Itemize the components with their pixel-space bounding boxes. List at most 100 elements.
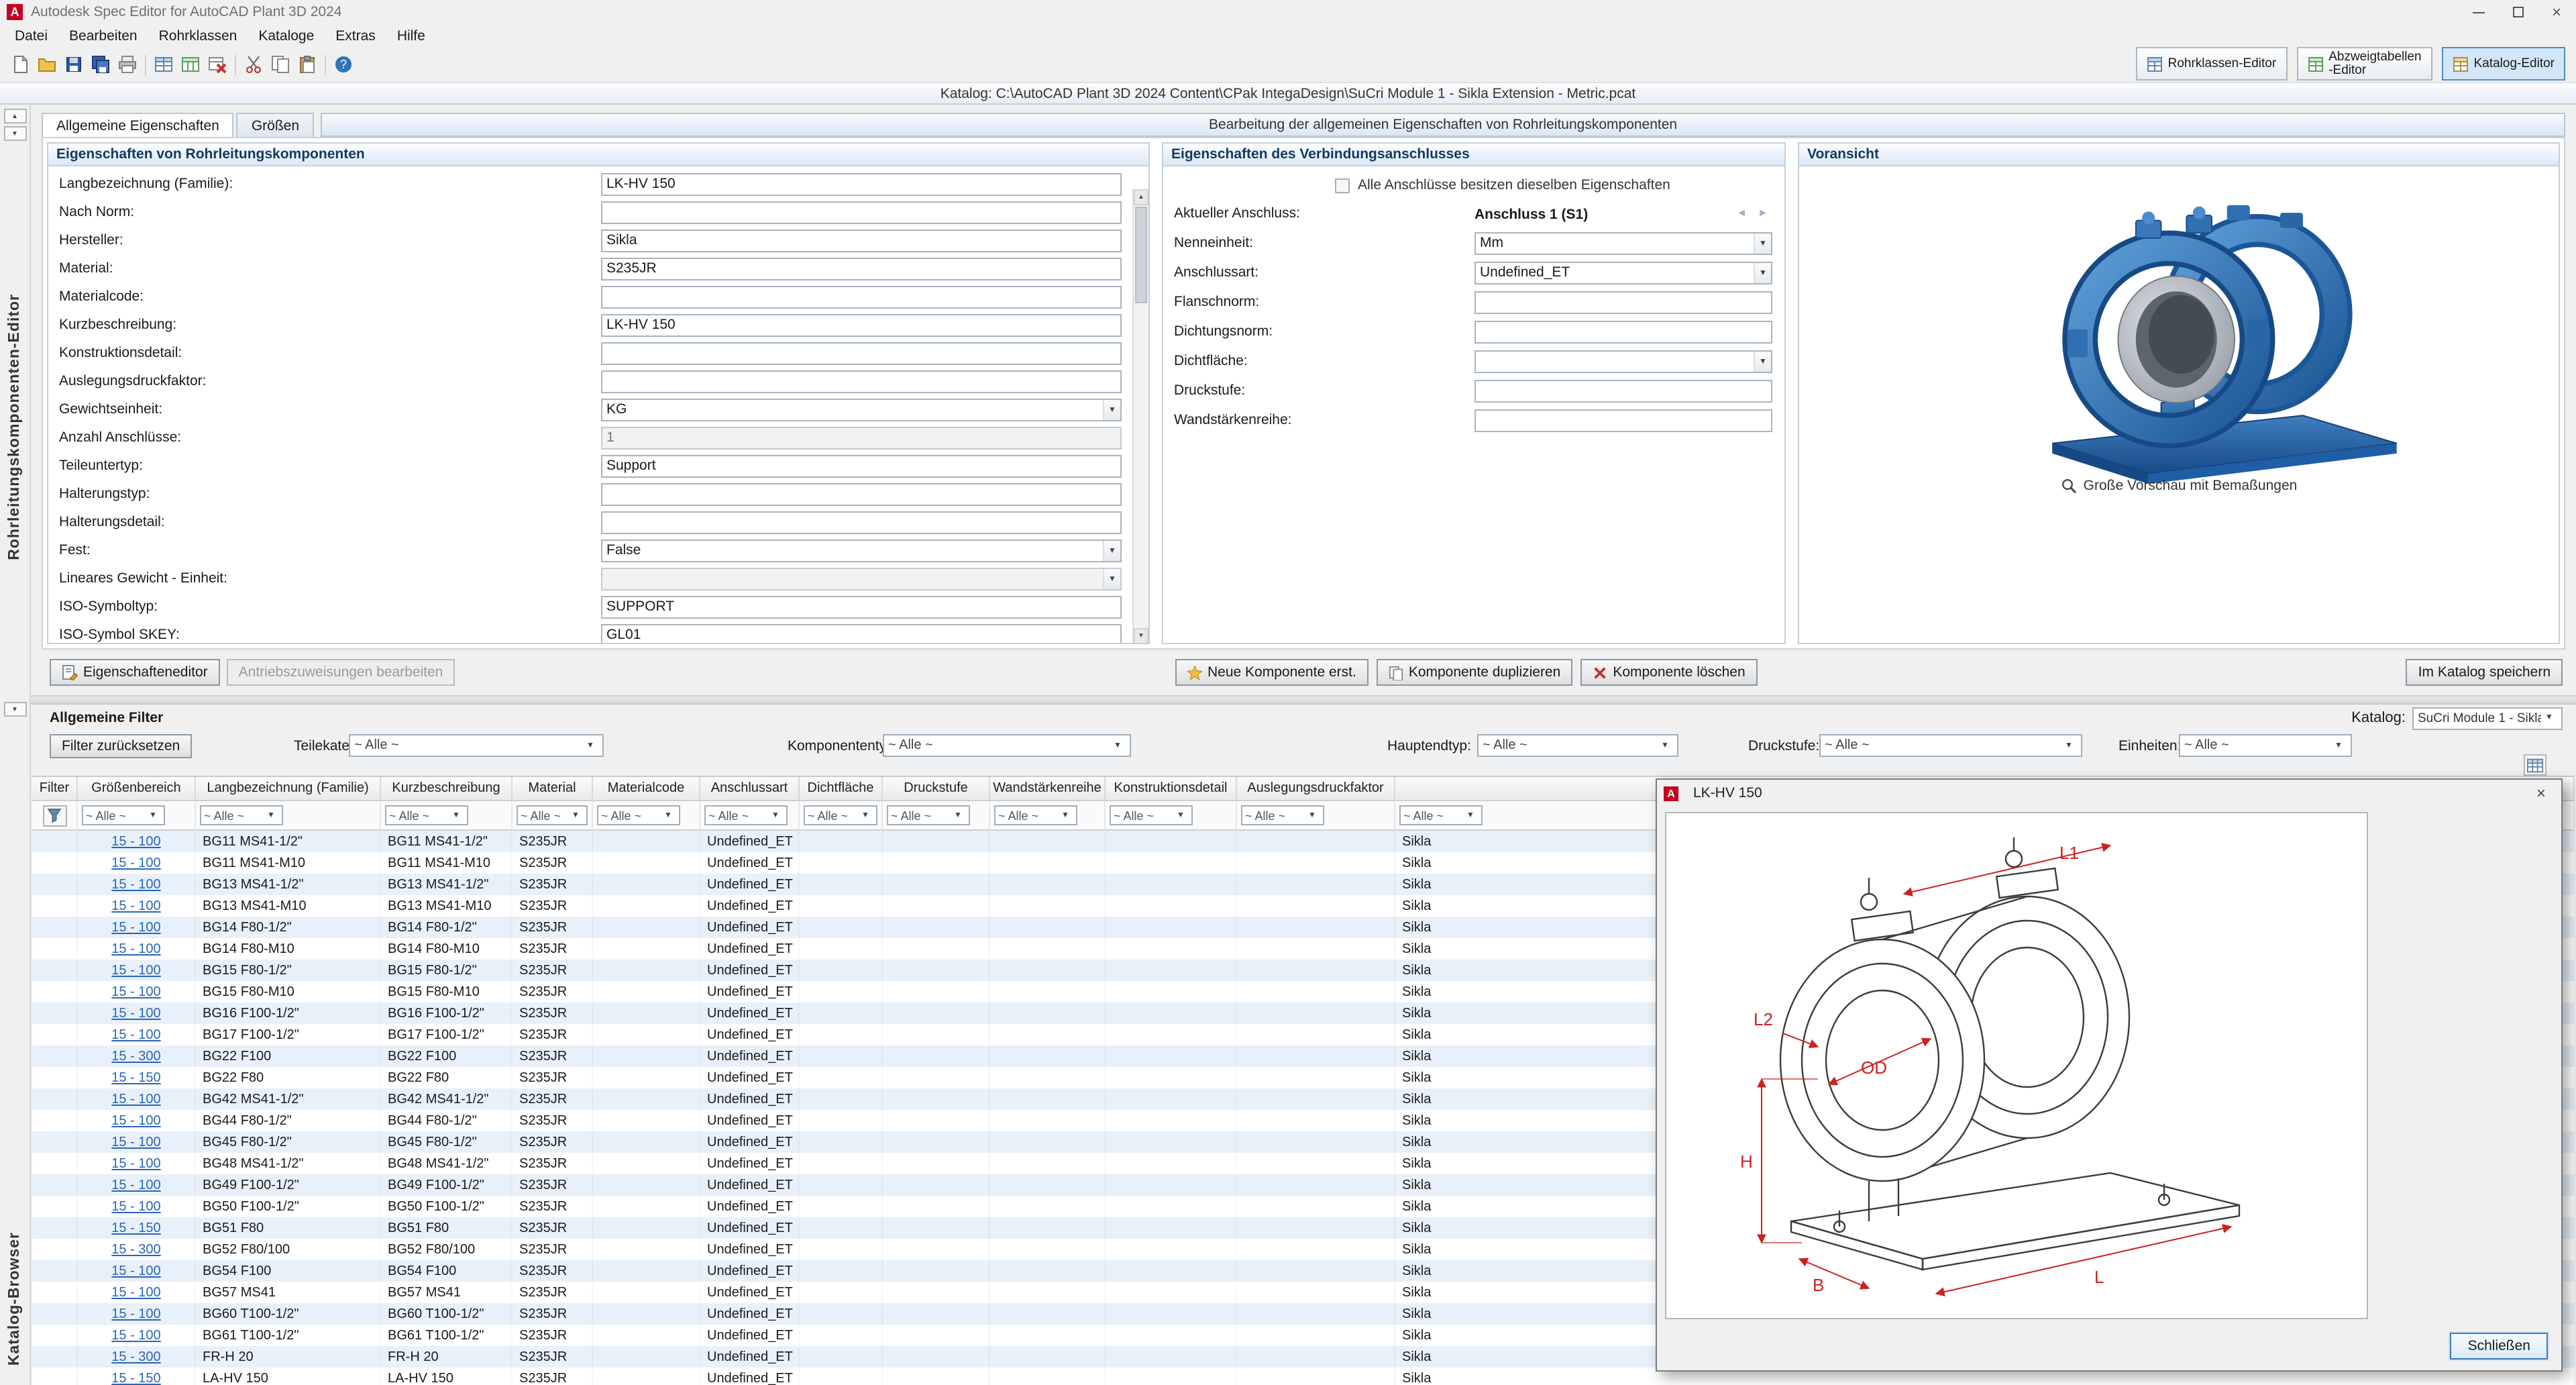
field-input[interactable]: LK-HV 150: [601, 173, 1122, 196]
column-filter-select[interactable]: ~ Alle ~▼: [1110, 805, 1193, 825]
field-input[interactable]: Support: [601, 455, 1122, 478]
column-filter-select[interactable]: ~ Alle ~▼: [704, 805, 788, 825]
column-header[interactable]: Dichtfläche: [800, 777, 883, 801]
grid-settings-button[interactable]: [2524, 754, 2546, 776]
sidebar-tab-component-editor[interactable]: Rohrleitungskomponenten-Editor: [0, 185, 30, 668]
field-input[interactable]: Sikla: [601, 229, 1122, 252]
field-input[interactable]: [601, 370, 1122, 393]
paste-button[interactable]: [294, 51, 321, 78]
column-filter-select[interactable]: ~ Alle ~▼: [804, 805, 877, 825]
menu-datei[interactable]: Datei: [4, 26, 58, 45]
size-range-link[interactable]: 15 - 100: [78, 1003, 196, 1024]
column-filter-select[interactable]: ~ Alle ~▼: [994, 805, 1077, 825]
collapse-down-button[interactable]: ▼: [3, 126, 26, 141]
maximize-button[interactable]: [2498, 0, 2537, 24]
scroll-up-icon[interactable]: ▲: [1134, 189, 1148, 205]
field-input[interactable]: LK-HV 150: [601, 314, 1122, 337]
size-range-link[interactable]: 15 - 150: [78, 1067, 196, 1088]
size-range-link[interactable]: 15 - 100: [78, 895, 196, 917]
table-view-button[interactable]: [150, 51, 177, 78]
filter-select[interactable]: ~ Alle ~▼: [1477, 734, 1678, 757]
field-select[interactable]: ▼: [1474, 350, 1772, 373]
collapse-up-button[interactable]: ▲: [3, 109, 26, 123]
field-input[interactable]: [601, 342, 1122, 365]
field-select[interactable]: False▼: [601, 540, 1122, 562]
size-range-link[interactable]: 15 - 100: [78, 1088, 196, 1110]
field-input[interactable]: [1474, 380, 1772, 403]
menu-hilfe[interactable]: Hilfe: [386, 26, 436, 45]
column-filter-select[interactable]: ~ Alle ~▼: [200, 805, 283, 825]
scrollbar-thumb[interactable]: [1135, 207, 1147, 303]
menu-bearbeiten[interactable]: Bearbeiten: [58, 26, 148, 45]
abzweigtabellen-editor-button[interactable]: Abzweigtabellen -Editor: [2296, 47, 2432, 81]
help-button[interactable]: ?: [330, 51, 357, 78]
close-button[interactable]: ×: [2537, 0, 2576, 24]
dialog-title-bar[interactable]: A LK-HV 150 ×: [1657, 780, 2561, 807]
size-range-link[interactable]: 15 - 300: [78, 1346, 196, 1368]
duplicate-component-button[interactable]: Komponente duplizieren: [1377, 659, 1573, 686]
field-input[interactable]: [1474, 291, 1772, 314]
size-range-link[interactable]: 15 - 300: [78, 1045, 196, 1067]
rohrklassen-editor-button[interactable]: Rohrklassen-Editor: [2136, 47, 2288, 81]
size-range-link[interactable]: 15 - 100: [78, 981, 196, 1003]
column-header[interactable]: Langbezeichnung (Familie): [196, 777, 381, 801]
next-connection-icon[interactable]: ►: [1758, 207, 1768, 219]
table-delete-button[interactable]: [204, 51, 231, 78]
size-range-link[interactable]: 15 - 100: [78, 1325, 196, 1346]
print-button[interactable]: [114, 51, 141, 78]
field-select[interactable]: KG▼: [601, 399, 1122, 421]
size-range-link[interactable]: 15 - 100: [78, 1174, 196, 1196]
column-header[interactable]: Konstruktionsdetail: [1106, 777, 1237, 801]
filter-select[interactable]: ~ Alle ~▼: [1819, 734, 2082, 757]
size-range-link[interactable]: 15 - 100: [78, 938, 196, 960]
tab-groessen[interactable]: Größen: [237, 113, 314, 137]
table-columns-button[interactable]: [177, 51, 204, 78]
open-folder-button[interactable]: [34, 51, 60, 78]
column-filter-select[interactable]: ~ Alle ~▼: [385, 805, 468, 825]
field-input[interactable]: [601, 511, 1122, 534]
delete-component-button[interactable]: Komponente löschen: [1580, 659, 1757, 686]
vertical-scrollbar[interactable]: ▲ ▼: [1132, 189, 1148, 644]
column-header[interactable]: Anschlussart: [700, 777, 800, 801]
filter-select[interactable]: ~ Alle ~▼: [349, 734, 604, 757]
menu-kataloge[interactable]: Kataloge: [248, 26, 325, 45]
sidebar-tab-catalog-browser[interactable]: Katalog-Browser: [0, 1219, 30, 1380]
katalog-editor-button[interactable]: Katalog-Editor: [2442, 47, 2565, 81]
size-range-link[interactable]: 15 - 300: [78, 1239, 196, 1260]
column-filter-select[interactable]: ~ Alle ~▼: [1399, 805, 1483, 825]
minimize-button[interactable]: [2459, 0, 2498, 24]
dialog-close-action-button[interactable]: Schließen: [2451, 1333, 2548, 1360]
size-range-link[interactable]: 15 - 100: [78, 960, 196, 981]
size-range-link[interactable]: 15 - 100: [78, 1131, 196, 1153]
cut-button[interactable]: [240, 51, 267, 78]
field-input[interactable]: GL01: [601, 624, 1122, 644]
horizontal-splitter[interactable]: [31, 695, 2576, 705]
save-catalog-button[interactable]: Im Katalog speichern: [2406, 659, 2563, 686]
size-range-link[interactable]: 15 - 100: [78, 1024, 196, 1045]
field-input[interactable]: [601, 201, 1122, 224]
reset-filters-button[interactable]: Filter zurücksetzen: [50, 734, 192, 758]
filter-funnel-button[interactable]: [42, 805, 66, 826]
size-range-link[interactable]: 15 - 100: [78, 1303, 196, 1325]
size-range-link[interactable]: 15 - 100: [78, 917, 196, 938]
field-input[interactable]: SUPPORT: [601, 596, 1122, 619]
scroll-down-icon[interactable]: ▼: [1134, 628, 1148, 644]
field-select[interactable]: Mm▼: [1474, 232, 1772, 255]
previous-connection-icon[interactable]: ◄: [1736, 207, 1747, 219]
field-input[interactable]: [1474, 321, 1772, 344]
dialog-close-button[interactable]: ×: [2528, 782, 2555, 804]
column-header[interactable]: Kurzbeschreibung: [381, 777, 513, 801]
column-header[interactable]: Material: [513, 777, 593, 801]
column-header[interactable]: Filter: [32, 777, 78, 801]
column-header[interactable]: Auslegungsdruckfaktor: [1237, 777, 1395, 801]
field-input[interactable]: [601, 286, 1122, 309]
column-filter-select[interactable]: ~ Alle ~▼: [1241, 805, 1324, 825]
filter-select[interactable]: ~ Alle ~▼: [2179, 734, 2352, 757]
column-filter-select[interactable]: ~ Alle ~▼: [597, 805, 680, 825]
field-input[interactable]: [1474, 409, 1772, 432]
size-range-link[interactable]: 15 - 100: [78, 1153, 196, 1174]
size-range-link[interactable]: 15 - 150: [78, 1368, 196, 1385]
size-range-link[interactable]: 15 - 100: [78, 1196, 196, 1217]
new-component-button[interactable]: Neue Komponente erst.: [1175, 659, 1368, 686]
field-input[interactable]: [601, 483, 1122, 506]
